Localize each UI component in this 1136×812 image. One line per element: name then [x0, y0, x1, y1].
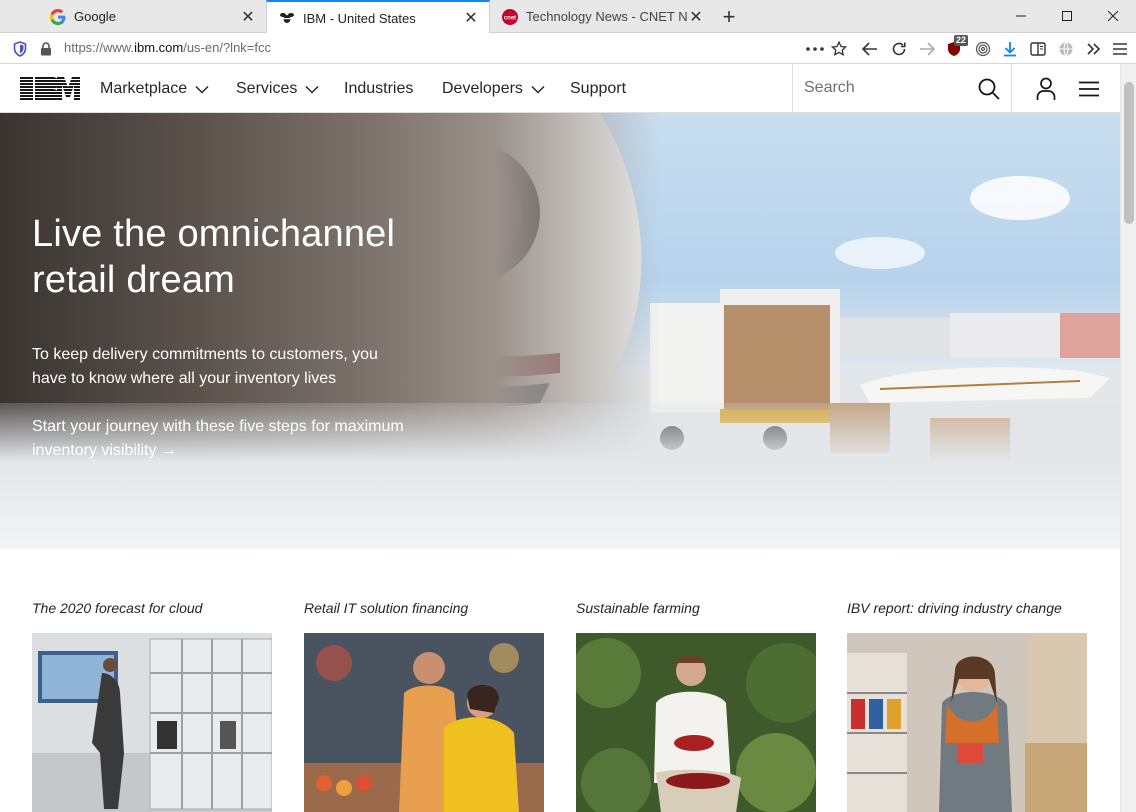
scrollbar-thumb[interactable]	[1124, 82, 1134, 224]
nav-industries[interactable]: Industries	[344, 64, 413, 113]
tab-ibm[interactable]: IBM - United States ✕	[266, 0, 490, 34]
hero-cta-link[interactable]: Start your journey with these five steps…	[32, 415, 412, 463]
lock-icon[interactable]	[34, 37, 58, 61]
card-retail-financing[interactable]: Retail IT solution financing	[304, 598, 544, 812]
chevron-down-icon	[305, 85, 319, 94]
fingerprint-icon[interactable]	[971, 37, 995, 61]
globe-icon[interactable]	[1054, 37, 1078, 61]
card-label: Sustainable farming	[576, 600, 700, 616]
back-arrow-icon[interactable]	[858, 37, 882, 61]
overflow-chevron-icon[interactable]	[1082, 37, 1106, 61]
url-domain: ibm.com	[134, 40, 184, 55]
url-path: /us-en/?lnk=fcc	[183, 40, 271, 55]
search-input[interactable]	[804, 76, 964, 100]
svg-text:cnet: cnet	[504, 15, 516, 21]
window-close-button[interactable]	[1090, 0, 1136, 32]
card-label: Retail IT solution financing	[304, 600, 469, 616]
page-actions-icon[interactable]	[803, 37, 827, 61]
hero-title: Live the omnichannel retail dream	[32, 211, 412, 303]
nav-support[interactable]: Support	[570, 64, 626, 113]
minimize-button[interactable]	[998, 0, 1044, 32]
ibm-bee-icon	[279, 10, 295, 26]
ublock-origin-icon[interactable]: 22	[942, 35, 969, 61]
site-menu-button[interactable]	[1076, 76, 1102, 102]
nav-marketplace[interactable]: Marketplace	[100, 64, 209, 113]
ibm-masthead: Marketplace Services Industries Develope…	[0, 64, 1120, 113]
tab-close-icon[interactable]: ✕	[688, 9, 704, 26]
search-box	[792, 64, 1012, 113]
card-sustainable-farming[interactable]: Sustainable farming	[576, 598, 816, 812]
nav-label: Services	[236, 79, 298, 97]
hero-title-line-2: retail dream	[32, 259, 236, 301]
new-tab-button[interactable]: +	[716, 4, 742, 30]
search-icon	[978, 78, 1000, 100]
card-image	[304, 633, 544, 812]
tab-title: IBM - United States	[303, 10, 416, 26]
nav-developers[interactable]: Developers	[442, 64, 545, 113]
nav-label: Support	[570, 79, 627, 97]
tab-cnet[interactable]: cnet Technology News - CNET News ✕	[490, 0, 714, 33]
nav-label: Industries	[344, 79, 414, 97]
tracking-shield-icon[interactable]	[8, 37, 32, 61]
hamburger-menu-icon[interactable]	[1108, 37, 1132, 61]
card-ibv-report[interactable]: IBV report: driving industry change	[847, 598, 1087, 812]
reader-view-icon[interactable]	[1026, 37, 1050, 61]
card-image	[32, 633, 272, 812]
cnet-icon: cnet	[502, 8, 518, 25]
url-prefix: https://www.	[64, 40, 135, 55]
search-button[interactable]	[977, 77, 1001, 101]
hero-banner[interactable]: Live the omnichannel retail dream To kee…	[0, 113, 1120, 549]
chevron-down-icon	[531, 85, 545, 94]
reload-icon[interactable]	[887, 37, 911, 61]
tab-title: Google	[74, 9, 116, 24]
hero-content: Live the omnichannel retail dream To kee…	[32, 211, 412, 463]
nav-label: Marketplace	[100, 79, 188, 97]
google-g-icon	[50, 8, 66, 25]
hamburger-menu-icon	[1079, 81, 1099, 97]
plus-icon: +	[722, 4, 736, 29]
nav-label: Developers	[442, 79, 523, 97]
nav-services[interactable]: Services	[236, 64, 319, 113]
browser-toolbar: https://www.ibm.com/us-en/?lnk=fcc 22	[0, 33, 1136, 64]
maximize-icon	[1062, 11, 1072, 21]
minimize-icon	[1016, 15, 1026, 17]
card-cloud-forecast[interactable]: The 2020 forecast for cloud	[32, 598, 272, 812]
card-image	[847, 633, 1087, 812]
hero-title-line-1: Live the omnichannel	[32, 213, 396, 255]
forward-arrow-icon[interactable]	[915, 37, 939, 61]
card-label: The 2020 forecast for cloud	[32, 600, 203, 616]
close-icon	[1107, 10, 1119, 22]
chevron-down-icon	[195, 85, 209, 94]
page-scrollbar[interactable]	[1120, 64, 1136, 812]
maximize-button[interactable]	[1044, 0, 1090, 32]
card-label: IBV report: driving industry change	[847, 600, 1062, 616]
address-bar[interactable]: https://www.ibm.com/us-en/?lnk=fcc	[64, 40, 271, 55]
tab-close-icon[interactable]: ✕	[240, 9, 256, 26]
tab-title: Technology News - CNET News	[526, 9, 688, 24]
tab-close-icon[interactable]: ✕	[463, 10, 479, 27]
ublock-count-badge: 22	[954, 35, 969, 46]
ibm-logo[interactable]	[20, 77, 80, 101]
download-icon[interactable]	[998, 37, 1022, 61]
tab-google[interactable]: Google ✕	[38, 0, 266, 33]
user-icon	[1036, 77, 1056, 100]
user-profile-button[interactable]	[1033, 76, 1059, 102]
card-image	[576, 633, 816, 812]
browser-tab-strip: Google ✕ IBM - United States ✕ cnet Tech…	[0, 0, 1136, 34]
hero-description: To keep delivery commitments to customer…	[32, 346, 378, 387]
bookmark-star-icon[interactable]	[827, 37, 851, 61]
